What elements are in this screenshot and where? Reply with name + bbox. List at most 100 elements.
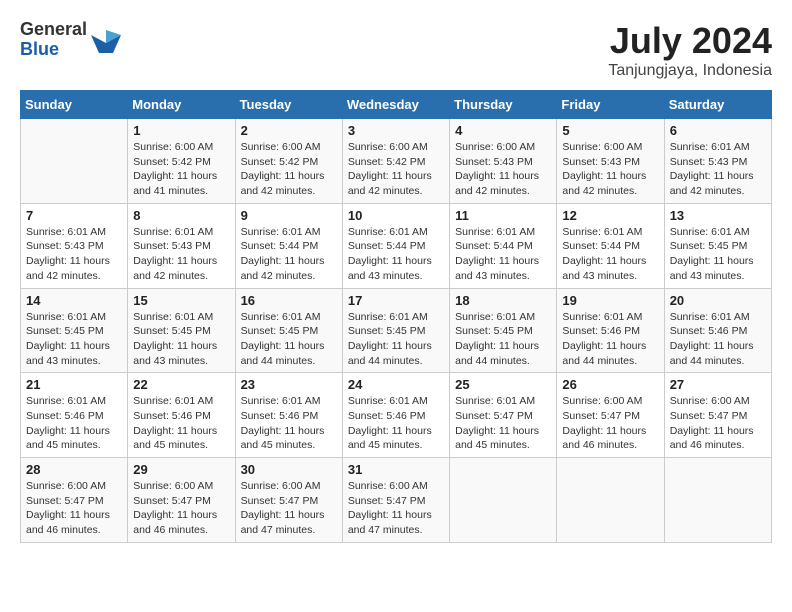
weekday-header: Friday bbox=[557, 91, 664, 119]
calendar-cell: 23 Sunrise: 6:01 AMSunset: 5:46 PMDaylig… bbox=[235, 373, 342, 458]
day-number: 21 bbox=[26, 377, 122, 392]
day-detail: Sunrise: 6:01 AMSunset: 5:46 PMDaylight:… bbox=[241, 394, 337, 453]
page-header: General Blue July 2024 Tanjungjaya, Indo… bbox=[20, 20, 772, 80]
weekday-header: Sunday bbox=[21, 91, 128, 119]
day-number: 25 bbox=[455, 377, 551, 392]
calendar-cell: 22 Sunrise: 6:01 AMSunset: 5:46 PMDaylig… bbox=[128, 373, 235, 458]
day-detail: Sunrise: 6:01 AMSunset: 5:44 PMDaylight:… bbox=[348, 225, 444, 284]
day-number: 2 bbox=[241, 123, 337, 138]
day-number: 7 bbox=[26, 208, 122, 223]
day-number: 26 bbox=[562, 377, 658, 392]
day-number: 17 bbox=[348, 293, 444, 308]
calendar-week-row: 1 Sunrise: 6:00 AMSunset: 5:42 PMDayligh… bbox=[21, 119, 772, 204]
day-number: 31 bbox=[348, 462, 444, 477]
day-number: 14 bbox=[26, 293, 122, 308]
calendar-cell: 8 Sunrise: 6:01 AMSunset: 5:43 PMDayligh… bbox=[128, 203, 235, 288]
day-detail: Sunrise: 6:01 AMSunset: 5:44 PMDaylight:… bbox=[241, 225, 337, 284]
calendar-cell bbox=[450, 458, 557, 543]
calendar-cell: 7 Sunrise: 6:01 AMSunset: 5:43 PMDayligh… bbox=[21, 203, 128, 288]
day-detail: Sunrise: 6:00 AMSunset: 5:47 PMDaylight:… bbox=[670, 394, 766, 453]
calendar-cell: 6 Sunrise: 6:01 AMSunset: 5:43 PMDayligh… bbox=[664, 119, 771, 204]
day-number: 24 bbox=[348, 377, 444, 392]
weekday-header: Wednesday bbox=[342, 91, 449, 119]
day-number: 8 bbox=[133, 208, 229, 223]
day-detail: Sunrise: 6:01 AMSunset: 5:47 PMDaylight:… bbox=[455, 394, 551, 453]
calendar-table: SundayMondayTuesdayWednesdayThursdayFrid… bbox=[20, 90, 772, 543]
calendar-cell: 10 Sunrise: 6:01 AMSunset: 5:44 PMDaylig… bbox=[342, 203, 449, 288]
day-detail: Sunrise: 6:01 AMSunset: 5:46 PMDaylight:… bbox=[348, 394, 444, 453]
day-number: 4 bbox=[455, 123, 551, 138]
calendar-cell: 31 Sunrise: 6:00 AMSunset: 5:47 PMDaylig… bbox=[342, 458, 449, 543]
logo-text: General Blue bbox=[20, 20, 87, 60]
calendar-cell: 13 Sunrise: 6:01 AMSunset: 5:45 PMDaylig… bbox=[664, 203, 771, 288]
day-number: 28 bbox=[26, 462, 122, 477]
logo: General Blue bbox=[20, 20, 121, 60]
weekday-header: Monday bbox=[128, 91, 235, 119]
calendar-cell: 20 Sunrise: 6:01 AMSunset: 5:46 PMDaylig… bbox=[664, 288, 771, 373]
day-detail: Sunrise: 6:01 AMSunset: 5:45 PMDaylight:… bbox=[26, 310, 122, 369]
calendar-cell: 30 Sunrise: 6:00 AMSunset: 5:47 PMDaylig… bbox=[235, 458, 342, 543]
title-block: July 2024 Tanjungjaya, Indonesia bbox=[608, 20, 772, 80]
day-number: 12 bbox=[562, 208, 658, 223]
calendar-cell: 28 Sunrise: 6:00 AMSunset: 5:47 PMDaylig… bbox=[21, 458, 128, 543]
day-number: 20 bbox=[670, 293, 766, 308]
day-detail: Sunrise: 6:01 AMSunset: 5:45 PMDaylight:… bbox=[348, 310, 444, 369]
day-detail: Sunrise: 6:00 AMSunset: 5:47 PMDaylight:… bbox=[562, 394, 658, 453]
day-number: 19 bbox=[562, 293, 658, 308]
day-number: 22 bbox=[133, 377, 229, 392]
day-number: 16 bbox=[241, 293, 337, 308]
calendar-cell: 9 Sunrise: 6:01 AMSunset: 5:44 PMDayligh… bbox=[235, 203, 342, 288]
day-detail: Sunrise: 6:00 AMSunset: 5:47 PMDaylight:… bbox=[26, 479, 122, 538]
day-number: 6 bbox=[670, 123, 766, 138]
calendar-cell: 24 Sunrise: 6:01 AMSunset: 5:46 PMDaylig… bbox=[342, 373, 449, 458]
logo-icon bbox=[91, 25, 121, 55]
weekday-header: Thursday bbox=[450, 91, 557, 119]
location: Tanjungjaya, Indonesia bbox=[608, 62, 772, 80]
day-number: 23 bbox=[241, 377, 337, 392]
day-detail: Sunrise: 6:00 AMSunset: 5:43 PMDaylight:… bbox=[455, 140, 551, 199]
calendar-cell: 11 Sunrise: 6:01 AMSunset: 5:44 PMDaylig… bbox=[450, 203, 557, 288]
calendar-cell: 1 Sunrise: 6:00 AMSunset: 5:42 PMDayligh… bbox=[128, 119, 235, 204]
day-number: 1 bbox=[133, 123, 229, 138]
day-number: 27 bbox=[670, 377, 766, 392]
day-detail: Sunrise: 6:00 AMSunset: 5:47 PMDaylight:… bbox=[133, 479, 229, 538]
calendar-cell: 16 Sunrise: 6:01 AMSunset: 5:45 PMDaylig… bbox=[235, 288, 342, 373]
day-detail: Sunrise: 6:01 AMSunset: 5:43 PMDaylight:… bbox=[26, 225, 122, 284]
day-detail: Sunrise: 6:00 AMSunset: 5:42 PMDaylight:… bbox=[241, 140, 337, 199]
day-detail: Sunrise: 6:01 AMSunset: 5:43 PMDaylight:… bbox=[670, 140, 766, 199]
day-number: 3 bbox=[348, 123, 444, 138]
logo-general: General bbox=[20, 20, 87, 40]
day-detail: Sunrise: 6:01 AMSunset: 5:45 PMDaylight:… bbox=[241, 310, 337, 369]
day-number: 9 bbox=[241, 208, 337, 223]
weekday-header: Tuesday bbox=[235, 91, 342, 119]
calendar-cell bbox=[664, 458, 771, 543]
day-detail: Sunrise: 6:01 AMSunset: 5:46 PMDaylight:… bbox=[26, 394, 122, 453]
day-detail: Sunrise: 6:00 AMSunset: 5:42 PMDaylight:… bbox=[348, 140, 444, 199]
day-number: 29 bbox=[133, 462, 229, 477]
calendar-cell: 29 Sunrise: 6:00 AMSunset: 5:47 PMDaylig… bbox=[128, 458, 235, 543]
day-detail: Sunrise: 6:00 AMSunset: 5:47 PMDaylight:… bbox=[241, 479, 337, 538]
day-number: 30 bbox=[241, 462, 337, 477]
day-number: 15 bbox=[133, 293, 229, 308]
day-detail: Sunrise: 6:01 AMSunset: 5:43 PMDaylight:… bbox=[133, 225, 229, 284]
calendar-week-row: 28 Sunrise: 6:00 AMSunset: 5:47 PMDaylig… bbox=[21, 458, 772, 543]
calendar-cell: 27 Sunrise: 6:00 AMSunset: 5:47 PMDaylig… bbox=[664, 373, 771, 458]
day-detail: Sunrise: 6:00 AMSunset: 5:42 PMDaylight:… bbox=[133, 140, 229, 199]
calendar-week-row: 7 Sunrise: 6:01 AMSunset: 5:43 PMDayligh… bbox=[21, 203, 772, 288]
calendar-cell: 19 Sunrise: 6:01 AMSunset: 5:46 PMDaylig… bbox=[557, 288, 664, 373]
calendar-cell: 17 Sunrise: 6:01 AMSunset: 5:45 PMDaylig… bbox=[342, 288, 449, 373]
day-detail: Sunrise: 6:01 AMSunset: 5:45 PMDaylight:… bbox=[455, 310, 551, 369]
weekday-header-row: SundayMondayTuesdayWednesdayThursdayFrid… bbox=[21, 91, 772, 119]
calendar-cell bbox=[21, 119, 128, 204]
month-year: July 2024 bbox=[608, 20, 772, 62]
day-detail: Sunrise: 6:00 AMSunset: 5:43 PMDaylight:… bbox=[562, 140, 658, 199]
day-detail: Sunrise: 6:01 AMSunset: 5:46 PMDaylight:… bbox=[133, 394, 229, 453]
day-detail: Sunrise: 6:01 AMSunset: 5:45 PMDaylight:… bbox=[670, 225, 766, 284]
day-detail: Sunrise: 6:00 AMSunset: 5:47 PMDaylight:… bbox=[348, 479, 444, 538]
calendar-cell: 25 Sunrise: 6:01 AMSunset: 5:47 PMDaylig… bbox=[450, 373, 557, 458]
day-number: 13 bbox=[670, 208, 766, 223]
day-detail: Sunrise: 6:01 AMSunset: 5:44 PMDaylight:… bbox=[562, 225, 658, 284]
calendar-cell: 12 Sunrise: 6:01 AMSunset: 5:44 PMDaylig… bbox=[557, 203, 664, 288]
weekday-header: Saturday bbox=[664, 91, 771, 119]
day-detail: Sunrise: 6:01 AMSunset: 5:46 PMDaylight:… bbox=[562, 310, 658, 369]
